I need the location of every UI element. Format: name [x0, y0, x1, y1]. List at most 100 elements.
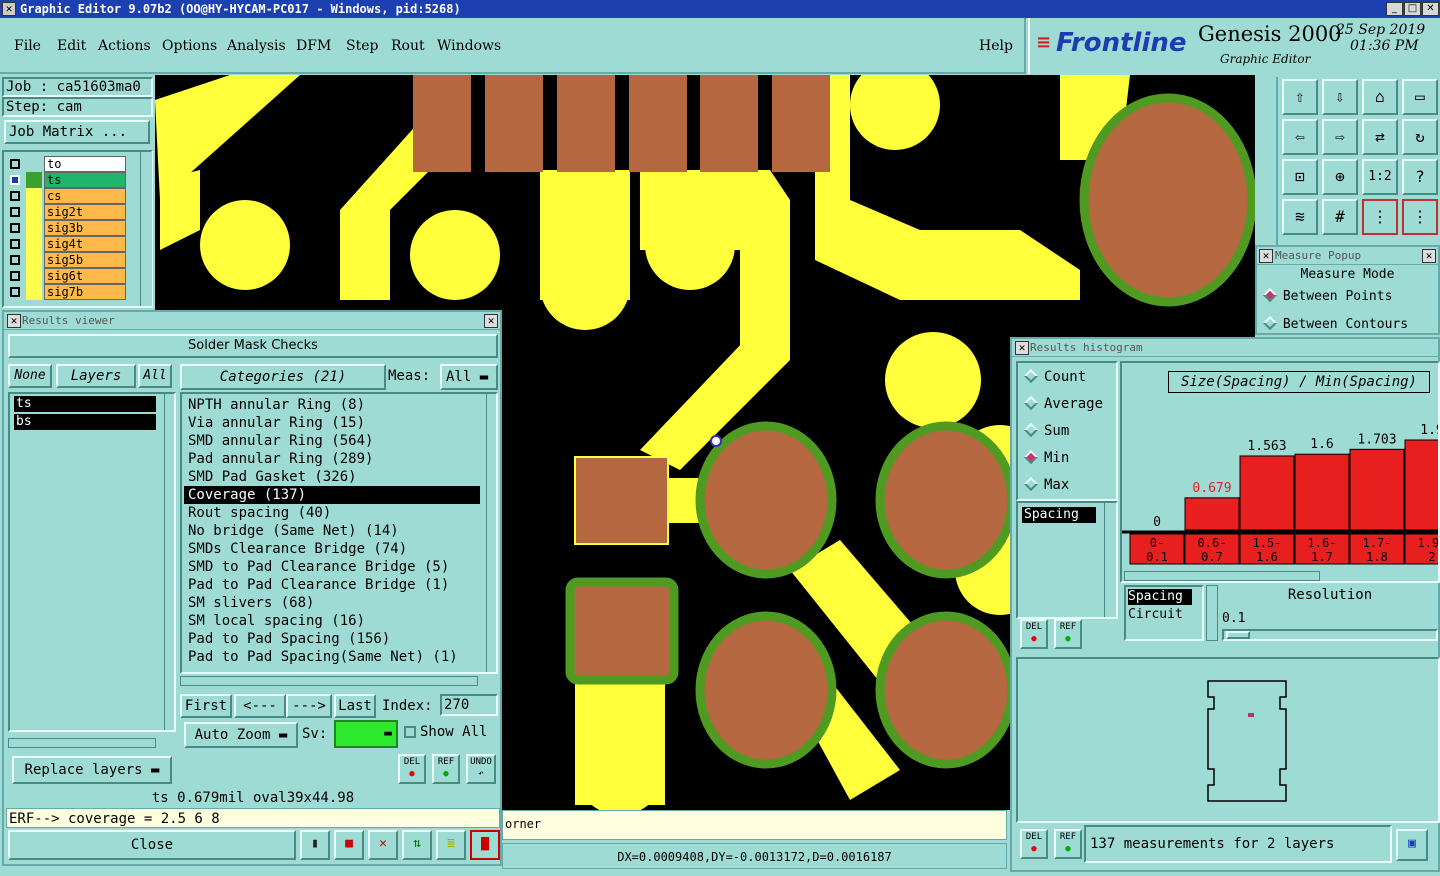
layer-row-sig2t[interactable]: sig2t [8, 204, 126, 220]
maximize-button[interactable]: □ [1404, 2, 1421, 16]
category-item[interactable]: SMD to Pad Clearance Bridge (5) [184, 558, 480, 576]
home-up-icon[interactable]: ⇧ [1282, 79, 1318, 115]
between-contours-option[interactable]: Between Contours [1262, 315, 1408, 332]
index-input[interactable]: 270 [440, 694, 498, 716]
none-button[interactable]: None [8, 364, 52, 388]
hist-bar[interactable] [1294, 453, 1350, 531]
hist-del-button-2[interactable]: DEL ● [1020, 829, 1048, 859]
layer-row-sig5b[interactable]: sig5b [8, 252, 126, 268]
swap-layers-icon[interactable]: ⇅ [402, 830, 432, 860]
pan-right-icon[interactable]: ⇨ [1322, 119, 1358, 155]
report-icon[interactable]: ≣ [436, 830, 466, 860]
category-item[interactable]: Pad to Pad Spacing(Same Net) (1) [184, 648, 480, 666]
layer-scrollbar[interactable] [140, 152, 152, 306]
chart-tool-icon[interactable]: ▮ [300, 830, 330, 860]
category-item[interactable]: SM local spacing (16) [184, 612, 480, 630]
hist-hscroll[interactable] [1124, 571, 1320, 581]
layer-results-hscroll[interactable] [8, 738, 156, 748]
stat-option-sum[interactable]: Sum [1023, 422, 1069, 439]
category-item[interactable]: Coverage (137) [184, 486, 480, 504]
window-menu-icon[interactable]: ✕ [2, 2, 16, 16]
stat-option-count[interactable]: Count [1023, 368, 1086, 385]
zoom-fit-icon[interactable]: ⊡ [1282, 159, 1318, 195]
results-menu-icon[interactable]: ✕ [7, 314, 21, 328]
measure-close-button[interactable]: ✕ [1422, 249, 1436, 263]
categories-button[interactable]: Categories (21) [180, 364, 386, 390]
layer-row-sig4t[interactable]: sig4t [8, 236, 126, 252]
job-matrix-button[interactable]: Job Matrix ... [4, 120, 150, 144]
hist-del-button[interactable]: DEL ● [1020, 619, 1048, 649]
layer-checkbox[interactable] [10, 223, 20, 233]
last-button[interactable]: Last [334, 694, 376, 718]
spacing-item[interactable]: Spacing [1022, 507, 1096, 523]
measure-menu-icon[interactable]: ✕ [1259, 249, 1273, 263]
help-icon[interactable]: ? [1402, 159, 1438, 195]
mode-scrollbar[interactable] [1206, 585, 1218, 641]
home-down-icon[interactable]: ⇩ [1322, 79, 1358, 115]
export-icon[interactable]: ▣ [1396, 829, 1428, 861]
swap-icon[interactable]: ⇄ [1362, 119, 1398, 155]
hist-bar[interactable] [1404, 439, 1438, 531]
redraw-icon[interactable]: ↻ [1402, 119, 1438, 155]
category-item[interactable]: No bridge (Same Net) (14) [184, 522, 480, 540]
layer-row-cs[interactable]: cs [8, 188, 126, 204]
sv-color-select[interactable]: ▬ [334, 720, 398, 748]
hist-ref-button[interactable]: REF ● [1054, 619, 1082, 649]
menu-step[interactable]: Step [346, 38, 378, 54]
close-window-button[interactable]: ✕ [1422, 2, 1439, 16]
layer-row-ts[interactable]: ts [8, 172, 126, 188]
result-layer-ts[interactable]: ts [14, 396, 156, 412]
menu-help[interactable]: Help [979, 38, 1013, 54]
results-close-x[interactable]: ✕ [484, 314, 498, 328]
spacing-scrollbar[interactable] [1104, 503, 1114, 617]
menu-windows[interactable]: Windows [437, 38, 501, 54]
layer-checkbox[interactable] [10, 159, 20, 169]
monitor-icon[interactable]: ■ [334, 830, 364, 860]
stat-option-average[interactable]: Average [1023, 395, 1103, 412]
category-item[interactable]: SMD annular Ring (564) [184, 432, 480, 450]
menu-analysis[interactable]: Analysis [227, 38, 286, 54]
traffic-light-icon[interactable]: ⋮ [1362, 199, 1398, 235]
layer-row-sig3b[interactable]: sig3b [8, 220, 126, 236]
scale-1-2-icon[interactable]: 1:2 [1362, 159, 1398, 195]
menu-edit[interactable]: Edit [57, 38, 86, 54]
replace-layers-select[interactable]: Replace layers ▬ [12, 756, 172, 784]
category-item[interactable]: SMDs Clearance Bridge (74) [184, 540, 480, 558]
layer-checkbox[interactable] [10, 271, 20, 281]
layers-button[interactable]: Layers [56, 364, 136, 388]
window-icon[interactable]: ▭ [1402, 79, 1438, 115]
menu-options[interactable]: Options [162, 38, 217, 54]
close-button[interactable]: Close [8, 830, 296, 860]
category-item[interactable]: NPTH annular Ring (8) [184, 396, 480, 414]
category-item[interactable]: SM slivers (68) [184, 594, 480, 612]
category-item[interactable]: Pad to Pad Clearance Bridge (1) [184, 576, 480, 594]
hist-bar[interactable] [1239, 455, 1295, 531]
category-item[interactable]: Pad annular Ring (289) [184, 450, 480, 468]
layer-results-scrollbar[interactable] [164, 394, 174, 730]
mode-spacing[interactable]: Spacing [1128, 589, 1192, 605]
tools-icon[interactable]: ≋ [1282, 199, 1318, 235]
layer-row-to[interactable]: to [8, 156, 126, 172]
histogram-menu-icon[interactable]: ✕ [1015, 341, 1029, 355]
category-item[interactable]: SMD Pad Gasket (326) [184, 468, 480, 486]
menu-dfm[interactable]: DFM [296, 38, 331, 54]
first-button[interactable]: First [180, 694, 232, 718]
all-button[interactable]: All [138, 364, 172, 388]
grid-icon[interactable]: # [1322, 199, 1358, 235]
ref-button[interactable]: REF ● [432, 754, 460, 784]
pan-left-icon[interactable]: ⇦ [1282, 119, 1318, 155]
between-points-option[interactable]: Between Points [1262, 287, 1392, 304]
category-hscroll[interactable] [180, 676, 478, 686]
hist-bar[interactable] [1349, 448, 1405, 531]
layer-checkbox[interactable] [10, 239, 20, 249]
stat-option-max[interactable]: Max [1023, 476, 1069, 493]
layer-checkbox[interactable] [10, 175, 20, 185]
prev-button[interactable]: <--- [234, 694, 286, 718]
zoom-center-icon[interactable]: ⊕ [1322, 159, 1358, 195]
next-button[interactable]: ---> [286, 694, 332, 718]
undo-button[interactable]: UNDO ↶ [466, 754, 496, 784]
layer-checkbox[interactable] [10, 191, 20, 201]
category-scrollbar[interactable] [486, 394, 496, 672]
del-button[interactable]: DEL ● [398, 754, 426, 784]
category-item[interactable]: Via annular Ring (15) [184, 414, 480, 432]
